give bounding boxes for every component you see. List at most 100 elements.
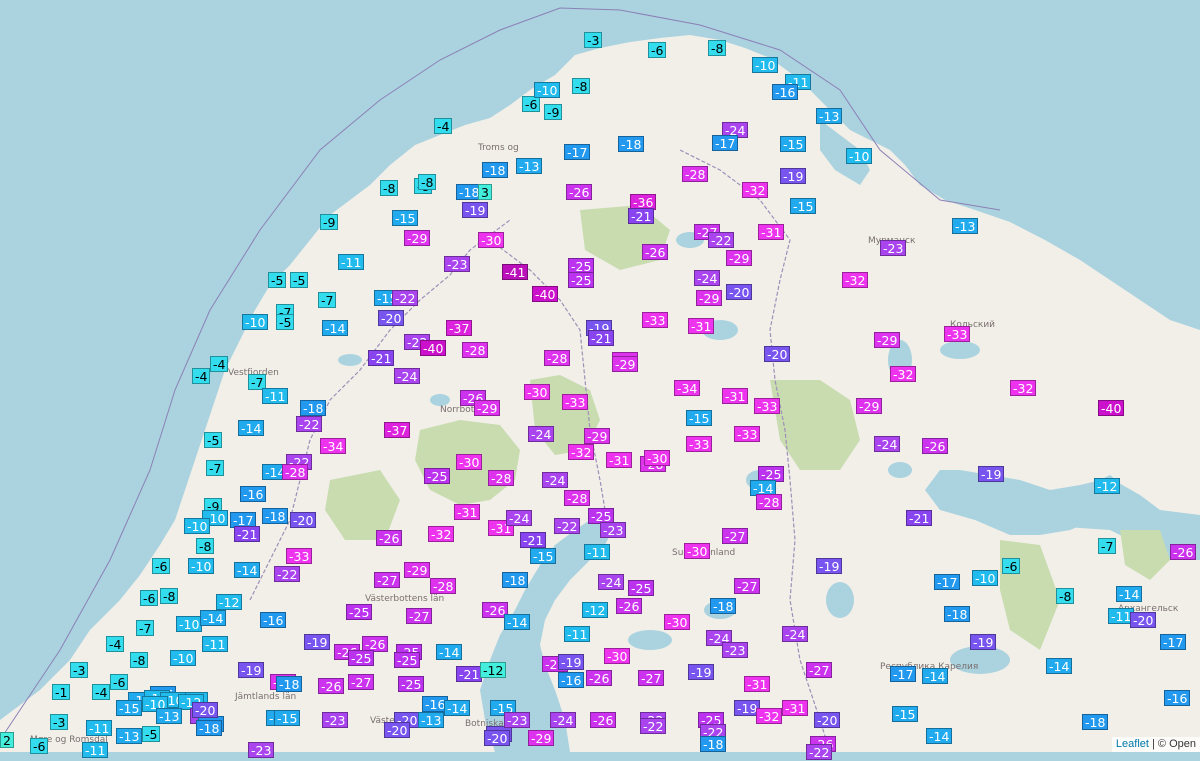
temperature-marker[interactable]: -27: [722, 528, 749, 544]
temperature-marker[interactable]: -20: [764, 346, 791, 362]
temperature-marker[interactable]: -23: [444, 256, 471, 272]
temperature-marker[interactable]: -4: [210, 356, 229, 372]
temperature-marker[interactable]: -28: [544, 350, 571, 366]
temperature-marker[interactable]: -24: [506, 510, 533, 526]
temperature-marker[interactable]: -11: [564, 626, 591, 642]
temperature-marker[interactable]: -19: [978, 466, 1005, 482]
temperature-marker[interactable]: -33: [754, 398, 781, 414]
temperature-marker[interactable]: -9: [320, 214, 339, 230]
temperature-marker[interactable]: -15: [790, 198, 817, 214]
temperature-marker[interactable]: -33: [286, 548, 313, 564]
temperature-marker[interactable]: -10: [752, 57, 779, 73]
temperature-marker[interactable]: -22: [640, 718, 667, 734]
temperature-marker[interactable]: -19: [238, 662, 265, 678]
temperature-marker[interactable]: -16: [772, 84, 799, 100]
temperature-marker[interactable]: -8: [130, 652, 149, 668]
temperature-marker[interactable]: -10: [188, 558, 215, 574]
temperature-marker[interactable]: -27: [638, 670, 665, 686]
temperature-marker[interactable]: -22: [554, 518, 581, 534]
temperature-marker[interactable]: -25: [568, 272, 595, 288]
temperature-marker[interactable]: -12: [1094, 478, 1121, 494]
temperature-marker[interactable]: -21: [588, 330, 615, 346]
temperature-marker[interactable]: -15: [530, 548, 557, 564]
temperature-marker[interactable]: -31: [688, 318, 715, 334]
temperature-marker[interactable]: -26: [586, 670, 613, 686]
temperature-marker[interactable]: -4: [92, 684, 111, 700]
temperature-marker[interactable]: -10: [184, 518, 211, 534]
temperature-marker[interactable]: -31: [744, 676, 771, 692]
temperature-marker[interactable]: -6: [1002, 558, 1021, 574]
temperature-marker[interactable]: -7: [318, 292, 337, 308]
temperature-marker[interactable]: -29: [584, 428, 611, 444]
temperature-marker[interactable]: -24: [598, 574, 625, 590]
temperature-marker[interactable]: -14: [922, 668, 949, 684]
temperature-marker[interactable]: -18: [196, 720, 223, 736]
temperature-marker[interactable]: -28: [756, 494, 783, 510]
temperature-marker[interactable]: -32: [1010, 380, 1037, 396]
temperature-marker[interactable]: -19: [304, 634, 331, 650]
temperature-marker[interactable]: -25: [628, 580, 655, 596]
temperature-marker[interactable]: -28: [682, 166, 709, 182]
temperature-marker[interactable]: -30: [664, 614, 691, 630]
temperature-marker[interactable]: -26: [318, 678, 345, 694]
temperature-marker[interactable]: -31: [758, 224, 785, 240]
temperature-marker[interactable]: -17: [712, 135, 739, 151]
temperature-marker[interactable]: -22: [274, 566, 301, 582]
temperature-marker[interactable]: -25: [394, 652, 421, 668]
temperature-marker[interactable]: -27: [734, 578, 761, 594]
temperature-marker[interactable]: -11: [82, 742, 109, 758]
temperature-marker[interactable]: -3: [50, 714, 69, 730]
temperature-marker[interactable]: -24: [694, 270, 721, 286]
temperature-marker[interactable]: -29: [612, 356, 639, 372]
temperature-marker[interactable]: -24: [528, 426, 555, 442]
temperature-marker[interactable]: -18: [276, 676, 303, 692]
temperature-marker[interactable]: -9: [544, 104, 563, 120]
temperature-marker[interactable]: -33: [562, 394, 589, 410]
temperature-marker[interactable]: -17: [934, 574, 961, 590]
temperature-marker[interactable]: -29: [404, 230, 431, 246]
temperature-marker[interactable]: -21: [456, 666, 483, 682]
temperature-marker[interactable]: -10: [170, 650, 197, 666]
temperature-marker[interactable]: -22: [296, 416, 323, 432]
temperature-marker[interactable]: -10: [242, 314, 269, 330]
temperature-marker[interactable]: -30: [456, 454, 483, 470]
temperature-marker[interactable]: -32: [428, 526, 455, 542]
temperature-marker[interactable]: -14: [1046, 658, 1073, 674]
temperature-marker[interactable]: -28: [564, 490, 591, 506]
map-view[interactable]: Troms og Vestfjorden Norrbotten Västerbo…: [0, 0, 1200, 760]
temperature-marker[interactable]: -7: [136, 620, 155, 636]
temperature-marker[interactable]: -13: [116, 728, 143, 744]
temperature-marker[interactable]: -5: [142, 726, 161, 742]
temperature-marker[interactable]: -11: [86, 720, 113, 736]
temperature-marker[interactable]: -32: [742, 182, 769, 198]
temperature-marker[interactable]: -18: [502, 572, 529, 588]
temperature-marker[interactable]: -13: [418, 712, 445, 728]
temperature-marker[interactable]: -26: [566, 184, 593, 200]
temperature-marker[interactable]: -18: [300, 400, 327, 416]
temperature-marker[interactable]: -22: [708, 232, 735, 248]
temperature-marker[interactable]: -10: [972, 570, 999, 586]
temperature-marker[interactable]: -40: [1098, 400, 1125, 416]
temperature-marker[interactable]: -18: [262, 508, 289, 524]
temperature-marker[interactable]: -19: [688, 664, 715, 680]
temperature-marker[interactable]: -20: [484, 730, 511, 746]
temperature-marker[interactable]: -15: [116, 700, 143, 716]
temperature-marker[interactable]: -5: [268, 272, 287, 288]
temperature-marker[interactable]: -29: [696, 290, 723, 306]
temperature-marker[interactable]: -13: [816, 108, 843, 124]
temperature-marker[interactable]: -24: [782, 626, 809, 642]
temperature-marker[interactable]: -6: [140, 590, 159, 606]
temperature-marker[interactable]: -7: [1098, 538, 1117, 554]
temperature-marker[interactable]: -14: [504, 614, 531, 630]
temperature-marker[interactable]: -28: [282, 464, 309, 480]
temperature-marker[interactable]: -23: [504, 712, 531, 728]
temperature-marker[interactable]: -7: [206, 460, 225, 476]
temperature-marker[interactable]: -21: [520, 532, 547, 548]
temperature-marker[interactable]: -6: [152, 558, 171, 574]
temperature-marker[interactable]: -24: [550, 712, 577, 728]
temperature-marker[interactable]: -18: [1082, 714, 1109, 730]
temperature-marker[interactable]: 3: [478, 184, 492, 200]
temperature-marker[interactable]: -31: [782, 700, 809, 716]
temperature-marker[interactable]: -19: [558, 654, 585, 670]
temperature-marker[interactable]: -20: [1130, 612, 1157, 628]
